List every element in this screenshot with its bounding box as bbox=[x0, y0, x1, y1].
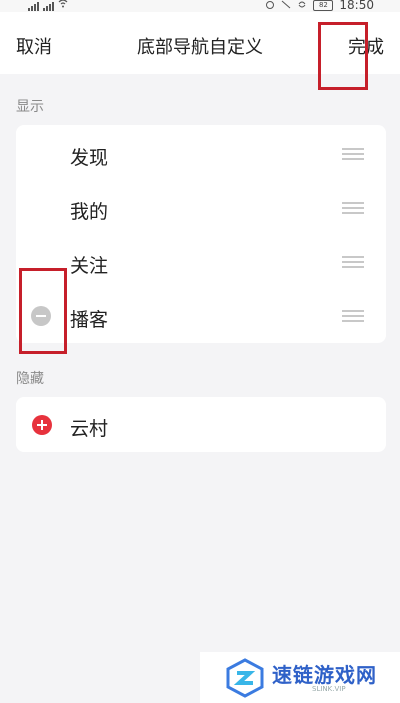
list-item-label: 关注 bbox=[70, 255, 109, 277]
watermark-subtext: SLINK.VIP bbox=[312, 685, 346, 693]
watermark-logo-icon bbox=[226, 658, 264, 698]
drag-handle-icon[interactable] bbox=[342, 148, 364, 160]
section-label-shown: 显示 bbox=[16, 99, 44, 115]
shown-items-card: 发现 我的 关注 播客 bbox=[16, 125, 386, 343]
mute-icon bbox=[281, 0, 291, 12]
add-icon[interactable] bbox=[32, 415, 52, 435]
drag-handle-icon[interactable] bbox=[342, 202, 364, 214]
list-item[interactable]: 我的 bbox=[16, 181, 386, 235]
watermark-text: 速链游戏网 bbox=[272, 663, 377, 687]
list-item-label: 播客 bbox=[70, 309, 109, 331]
list-item-label: 云村 bbox=[70, 418, 109, 440]
status-left bbox=[28, 0, 68, 11]
list-item[interactable]: 云村 bbox=[16, 398, 386, 452]
section-label-hidden: 隐藏 bbox=[16, 371, 44, 387]
list-item[interactable]: 关注 bbox=[16, 235, 386, 289]
list-item-label: 我的 bbox=[70, 201, 109, 223]
signal-icon bbox=[28, 1, 39, 11]
alarm-icon bbox=[265, 0, 275, 12]
drag-handle-icon[interactable] bbox=[342, 256, 364, 268]
status-right: 82 18:50 bbox=[265, 0, 374, 12]
list-item[interactable]: 播客 bbox=[16, 289, 386, 343]
battery-icon: 82 bbox=[313, 0, 334, 11]
hidden-items-card: 云村 bbox=[16, 397, 386, 452]
list-item-label: 发现 bbox=[70, 147, 109, 169]
watermark: 速链游戏网 SLINK.VIP bbox=[200, 652, 400, 703]
highlight-box-done bbox=[318, 22, 368, 90]
highlight-box-remove bbox=[19, 268, 67, 354]
list-item[interactable]: 发现 bbox=[16, 127, 386, 181]
sync-icon bbox=[297, 0, 307, 12]
signal-icon-2 bbox=[43, 1, 54, 11]
wifi-icon bbox=[58, 0, 68, 11]
status-time: 18:50 bbox=[339, 0, 374, 12]
drag-handle-icon[interactable] bbox=[342, 310, 364, 322]
status-bar: 82 18:50 bbox=[0, 0, 400, 12]
